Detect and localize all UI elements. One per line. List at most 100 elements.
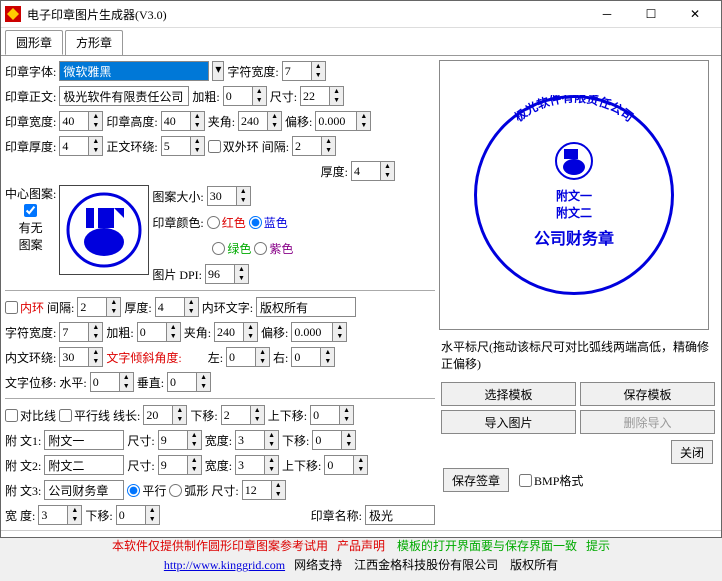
color-green[interactable]: 绿色	[212, 240, 251, 257]
pattern-size-label: 图案大小:	[152, 188, 203, 205]
website-link[interactable]: http://www.kinggrid.com	[164, 558, 285, 572]
color-blue[interactable]: 蓝色	[249, 214, 288, 231]
textpos-h-spin[interactable]: ▲▼	[90, 372, 134, 392]
inner-bold-spin[interactable]: ▲▼	[137, 322, 181, 342]
bmp-check[interactable]: BMP格式	[519, 472, 583, 489]
a3-size-label: 尺寸:	[211, 482, 238, 499]
main-text-input[interactable]	[59, 86, 189, 106]
bold-spin[interactable]: ▲▼	[223, 86, 267, 106]
lineupdown-spin[interactable]: ▲▼	[310, 405, 354, 425]
select-template-button[interactable]: 选择模板	[441, 382, 576, 406]
preview-attach3: 公司财务章	[534, 225, 614, 249]
gap-spin[interactable]: ▲▼	[292, 136, 336, 156]
preview-attach1: 附文一	[534, 187, 614, 204]
textpos-v-spin[interactable]: ▲▼	[167, 372, 211, 392]
size-spin[interactable]: ▲▼	[300, 86, 344, 106]
a2-width-spin[interactable]: ▲▼	[235, 455, 279, 475]
tilt-left-label: 左:	[208, 349, 223, 366]
main-text-label: 印章正文:	[5, 88, 56, 105]
a2-up-label: 上下移:	[282, 457, 321, 474]
a3-size-spin[interactable]: ▲▼	[242, 480, 286, 500]
parallel-check[interactable]: 平行线	[59, 407, 110, 424]
attach1-label: 附 文1:	[5, 432, 41, 449]
app-icon	[5, 6, 21, 22]
color-red[interactable]: 红色	[207, 214, 246, 231]
bold-label: 加粗:	[192, 88, 219, 105]
save-signature-button[interactable]: 保存签章	[443, 468, 509, 492]
a1-size-spin[interactable]: ▲▼	[158, 430, 202, 450]
char-width-spin[interactable]: ▲▼	[282, 61, 326, 81]
close-button[interactable]: ✕	[673, 1, 717, 27]
color-label: 印章颜色:	[152, 214, 203, 231]
inner-width-spin[interactable]: ▲▼	[59, 322, 103, 342]
linedown-spin[interactable]: ▲▼	[221, 405, 265, 425]
tilt-left-spin[interactable]: ▲▼	[226, 347, 270, 367]
a2-up-spin[interactable]: ▲▼	[324, 455, 368, 475]
linelen-spin[interactable]: ▲▼	[143, 405, 187, 425]
gap-label: 间隔:	[262, 138, 289, 155]
pattern-size-spin[interactable]: ▲▼	[207, 186, 251, 206]
inner-ring2-spin[interactable]: ▲▼	[59, 347, 103, 367]
seal-preview: 极光软件有限责任公司 附文一 附文二 公司财务章	[439, 60, 709, 330]
inner-ring-check[interactable]: 内环	[5, 299, 44, 316]
wdown-label: 下移:	[85, 507, 112, 524]
inner-angle-spin[interactable]: ▲▼	[214, 322, 258, 342]
minimize-button[interactable]: ─	[585, 1, 629, 27]
a3-arc[interactable]: 弧形	[169, 482, 208, 499]
attach1-input[interactable]	[44, 430, 124, 450]
font-input[interactable]	[59, 61, 209, 81]
attach3-input[interactable]	[44, 480, 124, 500]
delete-import-button[interactable]: 删除导入	[580, 410, 715, 434]
tab-round[interactable]: 圆形章	[5, 30, 63, 55]
a1-down-label: 下移:	[282, 432, 309, 449]
inner-gap-spin[interactable]: ▲▼	[77, 297, 121, 317]
a2-size-spin[interactable]: ▲▼	[158, 455, 202, 475]
offset-spin[interactable]: ▲▼	[315, 111, 371, 131]
import-image-button[interactable]: 导入图片	[441, 410, 576, 434]
inner-thick-spin[interactable]: ▲▼	[155, 297, 199, 317]
inner-text-input[interactable]	[256, 297, 356, 317]
a2-width-label: 宽度:	[205, 457, 232, 474]
save-template-button[interactable]: 保存模板	[580, 382, 715, 406]
textpos-h-label: 水平:	[59, 374, 86, 391]
a1-size-label: 尺寸:	[127, 432, 154, 449]
a1-down-spin[interactable]: ▲▼	[312, 430, 356, 450]
compare-check[interactable]: 对比线	[5, 407, 56, 424]
lineupdown-label: 上下移:	[268, 407, 307, 424]
has-pattern-check[interactable]: 有无 图案	[19, 204, 43, 253]
thick-spin[interactable]: ▲▼	[59, 136, 103, 156]
close-app-button[interactable]: 关闭	[671, 440, 713, 464]
angle-spin[interactable]: ▲▼	[238, 111, 282, 131]
seal-name-input[interactable]	[365, 505, 435, 525]
svg-text:极光软件有限责任公司: 极光软件有限责任公司	[511, 95, 636, 125]
net-support: 网络支持	[294, 558, 342, 572]
inner-width-label: 字符宽度:	[5, 324, 56, 341]
seal-h-spin[interactable]: ▲▼	[161, 111, 205, 131]
a3-parallel[interactable]: 平行	[127, 482, 166, 499]
dpi-spin[interactable]: ▲▼	[205, 264, 249, 284]
inner-offset-spin[interactable]: ▲▼	[291, 322, 347, 342]
color-purple[interactable]: 紫色	[254, 240, 293, 257]
copyright: 版权所有	[510, 558, 558, 572]
inner-ring2-label: 内文环绕:	[5, 349, 56, 366]
tab-square[interactable]: 方形章	[65, 30, 123, 55]
double-ring-check[interactable]: 双外环	[208, 138, 259, 155]
attach2-input[interactable]	[44, 455, 124, 475]
a1-width-spin[interactable]: ▲▼	[235, 430, 279, 450]
height2-spin[interactable]: ▲▼	[351, 161, 395, 181]
thick-label: 印章厚度:	[5, 138, 56, 155]
maximize-button[interactable]: ☐	[629, 1, 673, 27]
attach2-label: 附 文2:	[5, 457, 41, 474]
wdown-spin[interactable]: ▲▼	[116, 505, 160, 525]
font-dropdown[interactable]: ▾	[212, 61, 224, 81]
tilt-right-spin[interactable]: ▲▼	[291, 347, 335, 367]
seal-w-spin[interactable]: ▲▼	[59, 111, 103, 131]
pattern-label: 中心图案:	[5, 185, 56, 202]
inner-angle-label: 夹角:	[184, 324, 211, 341]
width-label: 宽 度:	[5, 507, 35, 524]
height2-label: 厚度:	[321, 163, 348, 180]
attach3-label: 附 文3:	[5, 482, 41, 499]
inner-thick-label: 厚度:	[124, 299, 151, 316]
width-spin[interactable]: ▲▼	[38, 505, 82, 525]
ring-spin[interactable]: ▲▼	[161, 136, 205, 156]
